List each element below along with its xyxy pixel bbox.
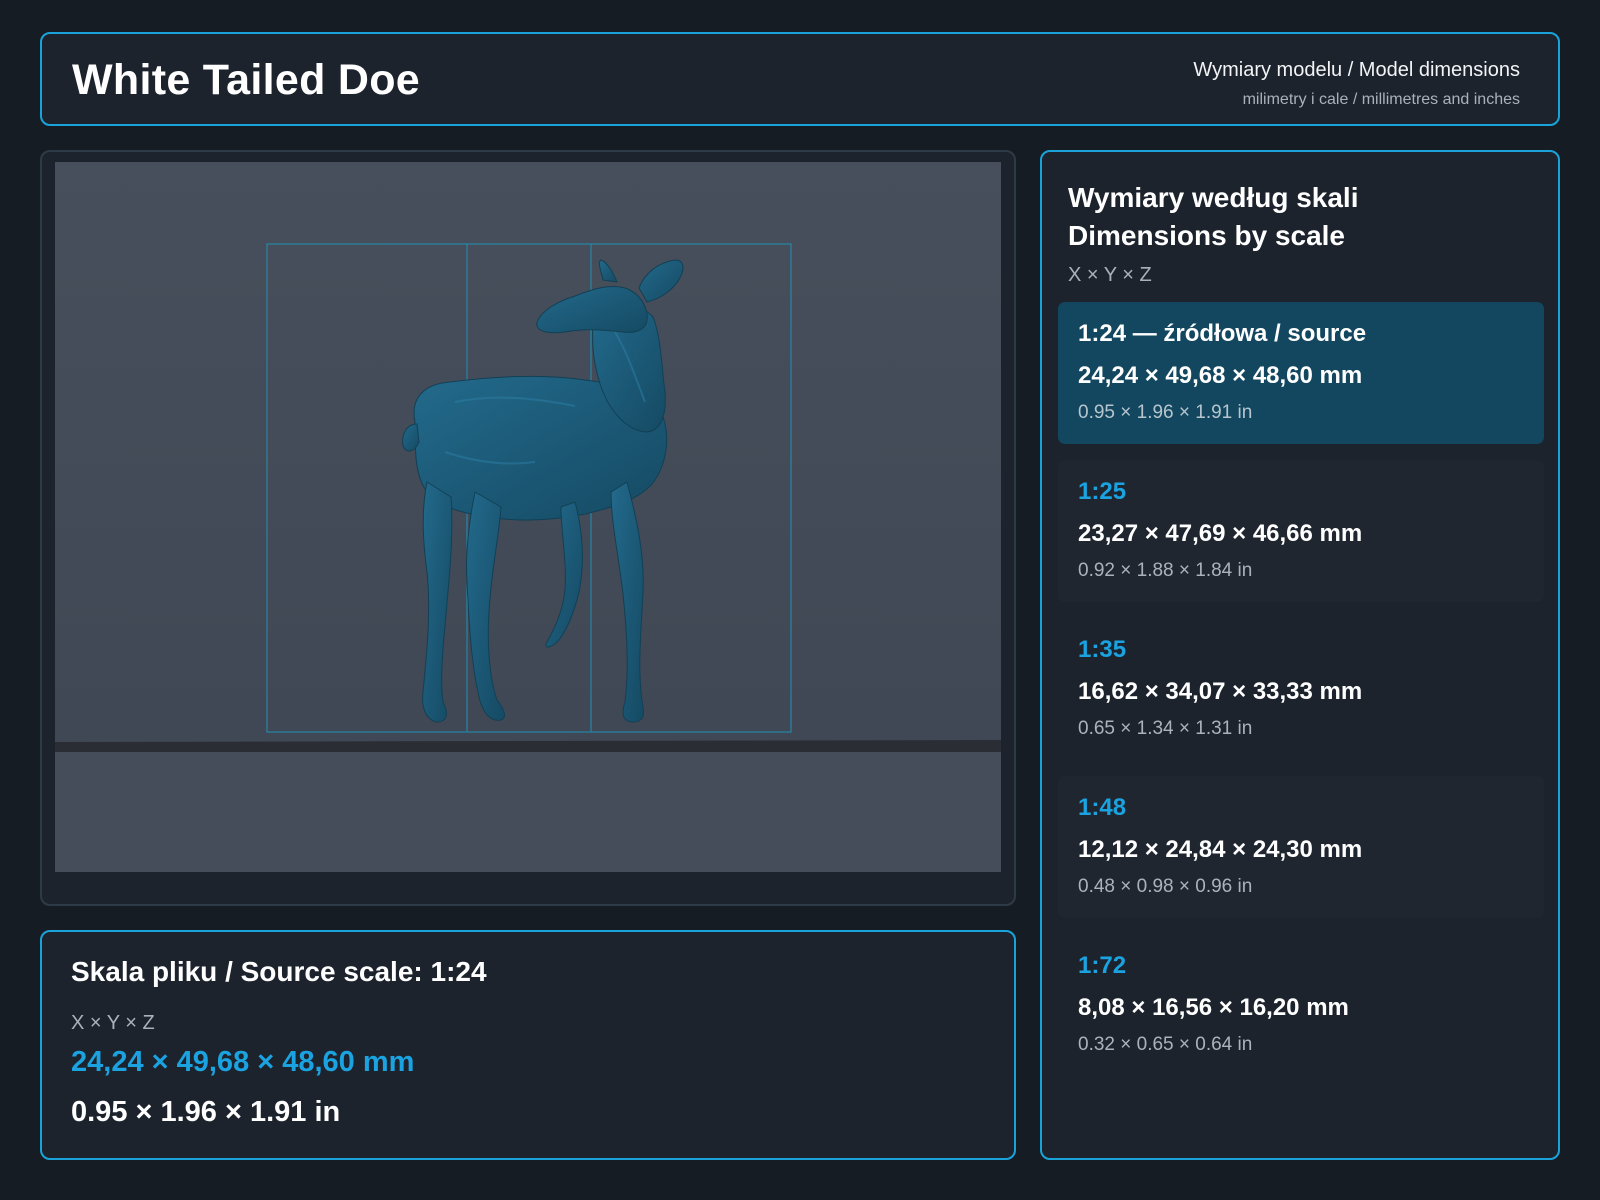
scale-inches: 0.32 × 0.65 × 0.64 in xyxy=(1078,1034,1253,1055)
scales-panel-title: Wymiary według skali Dimensions by scale xyxy=(1068,179,1359,255)
scale-mm: 8,08 × 16,56 × 16,20 mm xyxy=(1078,994,1349,1021)
scale-card-1-48[interactable]: 1:48 12,12 × 24,84 × 24,30 mm 0.48 × 0.9… xyxy=(1058,776,1544,918)
source-scale-inches: 0.95 × 1.96 × 1.91 in xyxy=(71,1096,341,1128)
scale-label: 1:25 xyxy=(1078,478,1127,505)
scales-panel: Wymiary według skali Dimensions by scale… xyxy=(1040,150,1560,1160)
source-scale-title: Skala pliku / Source scale: 1:24 xyxy=(71,956,487,987)
scale-label: 1:48 xyxy=(1078,794,1127,821)
scale-inches: 0.65 × 1.34 × 1.31 in xyxy=(1078,718,1253,739)
scales-title-pl: Wymiary według skali xyxy=(1068,182,1359,213)
page-title: White Tailed Doe xyxy=(72,56,421,104)
source-scale-axes: X × Y × Z xyxy=(71,1012,155,1034)
model-viewer-panel xyxy=(40,150,1016,906)
header-subtitle: Wymiary modelu / Model dimensions xyxy=(1193,59,1520,81)
source-scale-mm: 24,24 × 49,68 × 48,60 mm xyxy=(71,1046,415,1078)
scale-label: 1:24 — źródłowa / source xyxy=(1078,320,1367,347)
scale-inches: 0.48 × 0.98 × 0.96 in xyxy=(1078,876,1253,897)
header-panel: White Tailed Doe Wymiary modelu / Model … xyxy=(40,32,1560,126)
scale-card-1-24[interactable]: 1:24 — źródłowa / source 24,24 × 49,68 ×… xyxy=(1058,302,1544,444)
header-caption: Wymiary modelu / Model dimensions milime… xyxy=(1193,58,1520,111)
ground-plane-edge xyxy=(55,740,1001,752)
scale-card-1-72[interactable]: 1:72 8,08 × 16,56 × 16,20 mm 0.32 × 0.65… xyxy=(1058,934,1544,1076)
viewport-scene xyxy=(55,162,1001,872)
scale-card-1-35[interactable]: 1:35 16,62 × 34,07 × 33,33 mm 0.65 × 1.3… xyxy=(1058,618,1544,760)
source-scale-panel: Skala pliku / Source scale: 1:24 X × Y ×… xyxy=(40,930,1016,1160)
scale-label: 1:35 xyxy=(1078,636,1127,663)
scales-panel-axes: X × Y × Z xyxy=(1068,264,1152,286)
scale-inches: 0.95 × 1.96 × 1.91 in xyxy=(1078,402,1253,423)
header-units-note: milimetry i cale / millimetres and inche… xyxy=(1242,91,1520,108)
scale-mm: 24,24 × 49,68 × 48,60 mm xyxy=(1078,362,1363,389)
scale-mm: 23,27 × 47,69 × 46,66 mm xyxy=(1078,520,1363,547)
scale-mm: 12,12 × 24,84 × 24,30 mm xyxy=(1078,836,1363,863)
scales-title-en: Dimensions by scale xyxy=(1068,220,1346,251)
model-viewport[interactable] xyxy=(55,162,1001,872)
scale-label: 1:72 xyxy=(1078,952,1127,979)
scale-mm: 16,62 × 34,07 × 33,33 mm xyxy=(1078,678,1363,705)
scale-inches: 0.92 × 1.88 × 1.84 in xyxy=(1078,560,1253,581)
ground-plane xyxy=(55,752,1001,872)
scale-card-1-25[interactable]: 1:25 23,27 × 47,69 × 46,66 mm 0.92 × 1.8… xyxy=(1058,460,1544,602)
